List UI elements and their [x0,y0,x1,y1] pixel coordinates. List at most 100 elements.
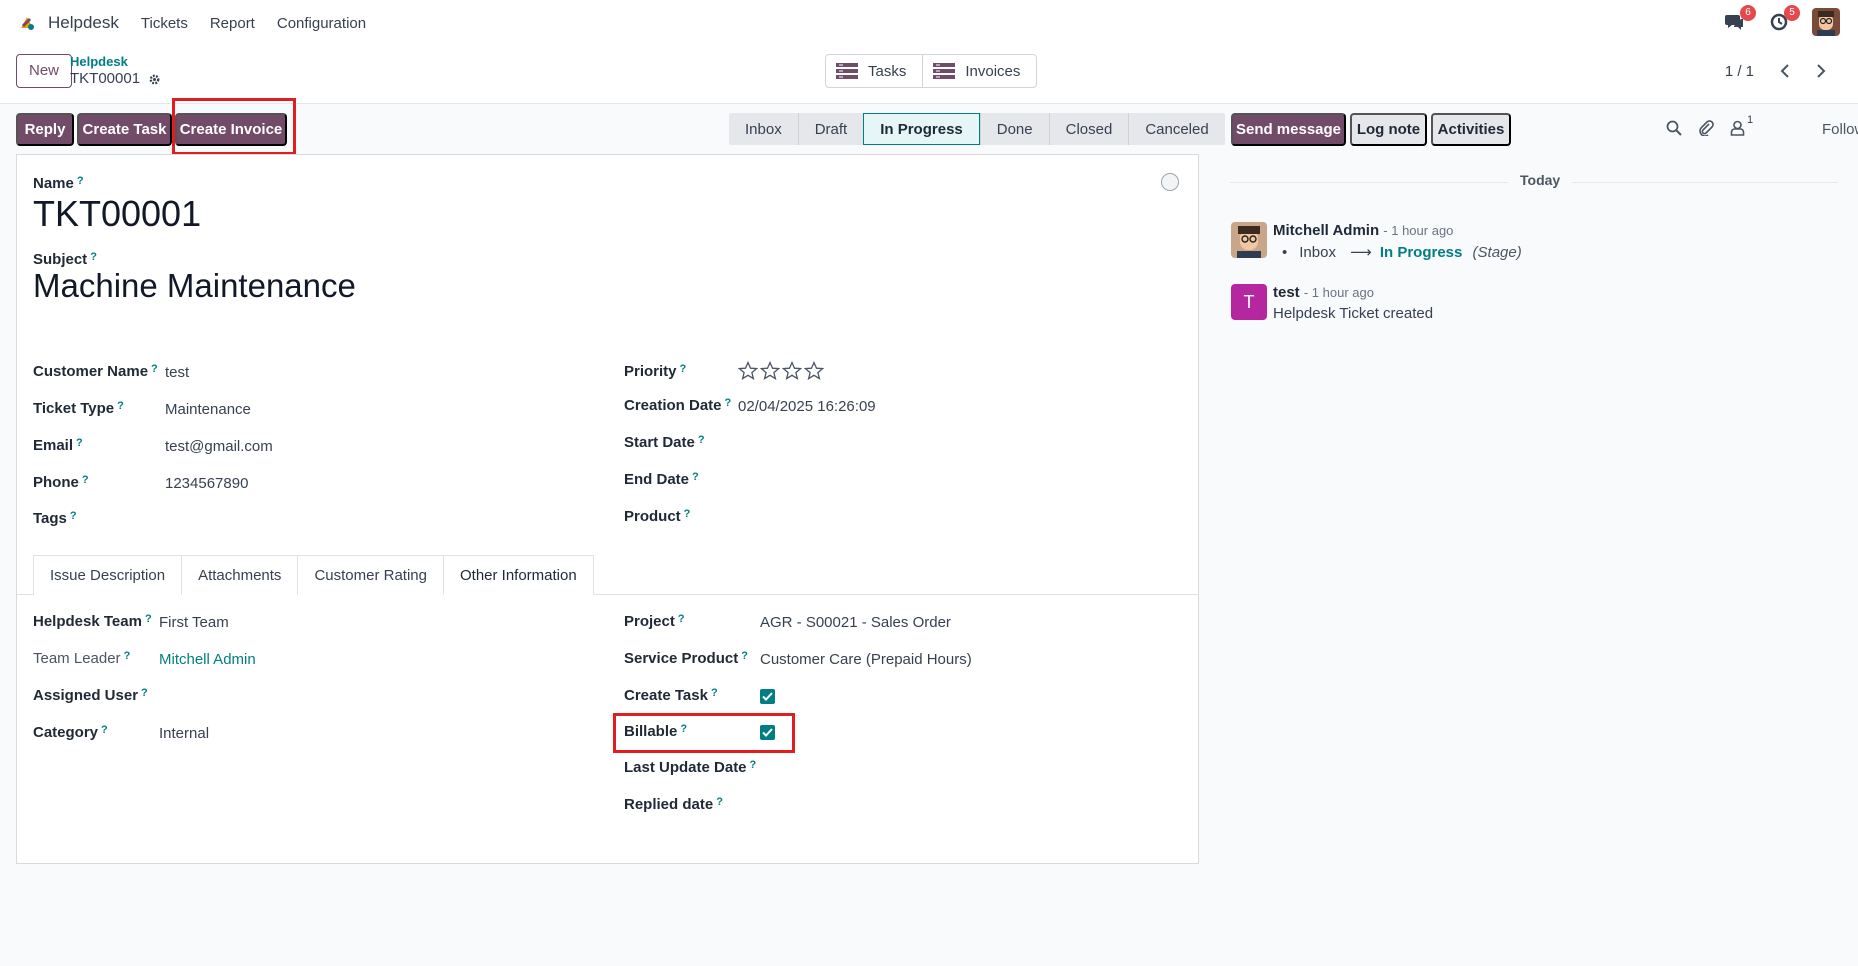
help-tooltip-icon[interactable]: ? [741,650,748,662]
priority-label: Priority? [624,363,687,380]
ticket-name-field[interactable]: TKT00001 [33,193,201,235]
stage-inbox[interactable]: Inbox [729,113,798,145]
activities-clock-icon[interactable]: 5 [1768,5,1800,33]
help-tooltip-icon[interactable]: ? [716,796,723,808]
help-tooltip-icon[interactable]: ? [82,474,89,486]
menu-tickets[interactable]: Tickets [141,15,188,32]
arrow-right-icon: ⟶ [1350,244,1372,261]
team-leader-link[interactable]: Mitchell Admin [159,651,256,668]
help-tooltip-icon[interactable]: ? [698,434,705,446]
priority-star-icon[interactable] [760,361,780,381]
help-tooltip-icon[interactable]: ? [76,437,83,449]
messages-icon[interactable]: 6 [1724,5,1756,33]
help-tooltip-icon[interactable]: ? [70,510,77,522]
help-tooltip-icon[interactable]: ? [692,471,699,483]
help-tooltip-icon[interactable]: ? [90,251,97,263]
priority-star-icon[interactable] [782,361,802,381]
tasks-smart-button-label: Tasks [868,62,907,80]
product-label: Product? [624,508,691,525]
message-body: Helpdesk Ticket created [1273,305,1434,322]
user-avatar[interactable] [1812,8,1840,36]
stage-draft[interactable]: Draft [797,113,864,145]
kanban-state-indicator[interactable] [1161,173,1179,191]
help-tooltip-icon[interactable]: ? [750,759,757,771]
phone-field[interactable]: 1234567890 [165,475,248,492]
log-note-button[interactable]: Log note [1350,113,1427,146]
invoices-smart-button-label: Invoices [965,62,1021,80]
assigned-user-label: Assigned User? [33,687,148,704]
priority-star-icon[interactable] [804,361,824,381]
reply-button[interactable]: Reply [16,113,74,146]
help-tooltip-icon[interactable]: ? [101,724,108,736]
tab-attachments[interactable]: Attachments [181,555,299,595]
date-separator-today: Today [1508,172,1573,188]
help-tooltip-icon[interactable]: ? [141,687,148,699]
message-timestamp: - 1 hour ago [1383,223,1454,238]
form-sheet: Name? TKT00001 Subject? Machine Maintena… [16,154,1199,864]
send-message-button[interactable]: Send message [1231,113,1346,146]
breadcrumb: Helpdesk TKT00001 [70,54,161,88]
stage-closed[interactable]: Closed [1048,113,1129,145]
priority-star-icon[interactable] [738,361,758,381]
ticket-type-field[interactable]: Maintenance [165,401,251,418]
service-product-field[interactable]: Customer Care (Prepaid Hours) [760,651,972,668]
help-tooltip-icon[interactable]: ? [725,397,732,409]
helpdesk-team-field[interactable]: First Team [159,614,229,631]
control-panel: New Helpdesk TKT00001 Tasks Invoices 1 /… [0,46,1858,104]
menu-report[interactable]: Report [210,15,255,32]
pager-next-icon[interactable] [1810,60,1832,82]
help-tooltip-icon[interactable]: ? [684,508,691,520]
message-author-avatar[interactable]: T [1231,284,1267,320]
help-tooltip-icon[interactable]: ? [117,400,124,412]
category-field[interactable]: Internal [159,725,209,742]
menu-configuration[interactable]: Configuration [277,15,366,32]
stage-done[interactable]: Done [979,113,1049,145]
help-tooltip-icon[interactable]: ? [145,613,152,625]
create-task-label: Create Task? [624,687,718,704]
breadcrumb-current: TKT00001 [70,70,141,87]
message-tracking-value: • Inbox ⟶ In Progress (Stage) [1282,244,1522,261]
customer-name-field[interactable]: test [165,364,189,381]
message-author[interactable]: test - 1 hour ago [1273,284,1374,301]
search-icon[interactable] [1666,120,1682,136]
create-task-button[interactable]: Create Task [77,113,172,146]
subject-field[interactable]: Machine Maintenance [33,267,356,305]
help-tooltip-icon[interactable]: ? [678,613,685,625]
creation-date-field: 02/04/2025 16:26:09 [738,398,876,415]
help-tooltip-icon[interactable]: ? [151,363,158,375]
tasks-smart-button[interactable]: Tasks [826,55,922,87]
stage-in-progress[interactable]: In Progress [863,113,980,145]
paperclip-icon[interactable] [1698,120,1714,136]
tags-label: Tags? [33,510,77,527]
activities-button[interactable]: Activities [1431,113,1511,146]
helpdesk-app-icon[interactable] [18,14,36,32]
team-leader-label: Team Leader? [33,650,131,667]
tab-issue-description[interactable]: Issue Description [33,555,183,595]
replied-date-label: Replied date? [624,796,723,813]
chatter-panel: Send message Log note Activities 1 Follo… [1210,104,1858,966]
tab-other-information[interactable]: Other Information [442,555,594,595]
help-tooltip-icon[interactable]: ? [711,687,718,699]
name-label: Name? [33,175,84,192]
gear-icon[interactable] [148,73,161,86]
help-tooltip-icon[interactable]: ? [124,650,131,662]
app-name[interactable]: Helpdesk [48,13,119,33]
start-date-label: Start Date? [624,434,705,451]
followers-button[interactable]: 1 [1730,114,1753,136]
project-field[interactable]: AGR - S00021 - Sales Order [760,614,951,631]
create-task-checkbox[interactable] [760,689,775,704]
pager-value[interactable]: 1 / 1 [1725,63,1754,80]
message-author-avatar[interactable] [1231,222,1267,258]
message-author[interactable]: Mitchell Admin - 1 hour ago [1273,222,1453,239]
email-field[interactable]: test@gmail.com [165,438,273,455]
tasks-icon [836,63,858,79]
breadcrumb-parent-link[interactable]: Helpdesk [70,54,161,70]
invoices-smart-button[interactable]: Invoices [922,55,1036,87]
new-button[interactable]: New [16,54,73,88]
ticket-type-label: Ticket Type? [33,400,124,417]
tab-customer-rating[interactable]: Customer Rating [297,555,444,595]
pager-previous-icon[interactable] [1774,60,1796,82]
help-tooltip-icon[interactable]: ? [77,175,84,187]
help-tooltip-icon[interactable]: ? [680,363,687,375]
follow-button[interactable]: Follow [1822,121,1858,138]
